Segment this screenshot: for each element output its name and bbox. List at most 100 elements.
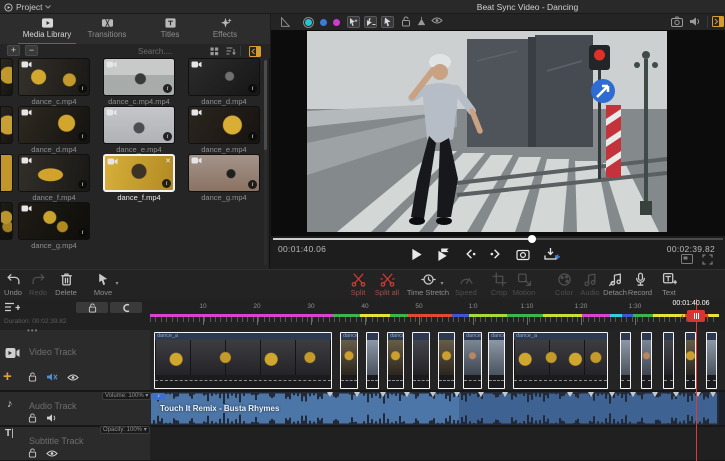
move-button[interactable]: ▾Move bbox=[81, 272, 125, 297]
seek-bar[interactable] bbox=[273, 238, 723, 240]
info-icon[interactable]: i bbox=[78, 180, 87, 189]
media-thumbnail[interactable]: i bbox=[188, 58, 260, 96]
seek-handle[interactable] bbox=[528, 235, 536, 243]
info-icon[interactable]: i bbox=[248, 84, 257, 93]
playhead-handle[interactable] bbox=[687, 310, 705, 322]
volume-badge[interactable]: Volume: 100% ▾ bbox=[102, 392, 151, 400]
video-clip[interactable] bbox=[685, 332, 696, 389]
expand-panel-icon[interactable] bbox=[712, 16, 724, 27]
track-options-dots[interactable]: ••• bbox=[27, 326, 38, 335]
add-track-plus-button[interactable]: + bbox=[3, 368, 12, 385]
beat-pin-marker[interactable] bbox=[673, 392, 679, 397]
media-thumbnail[interactable]: i✕ bbox=[103, 154, 175, 192]
add-track-icon[interactable] bbox=[4, 302, 20, 313]
video-clip[interactable] bbox=[706, 332, 717, 389]
speaker-track-icon[interactable] bbox=[46, 413, 58, 423]
lock-track-icon[interactable] bbox=[28, 372, 37, 382]
lock-all-tracks-button[interactable] bbox=[76, 302, 108, 313]
snapshot-button[interactable] bbox=[516, 248, 530, 261]
media-thumbnail[interactable]: i bbox=[103, 58, 175, 96]
beat-marker-cyan-dot[interactable] bbox=[305, 19, 312, 26]
library-item[interactable]: idance_d.mp4 bbox=[18, 106, 90, 154]
show-track-icon[interactable] bbox=[46, 449, 58, 458]
media-thumbnail[interactable]: i bbox=[188, 154, 260, 192]
beat-pin-marker[interactable] bbox=[380, 392, 386, 397]
info-icon[interactable]: i bbox=[248, 132, 257, 141]
tab-transitions[interactable]: Transitions bbox=[77, 15, 137, 44]
library-item[interactable]: idance_e.mp4 bbox=[188, 106, 260, 154]
info-icon[interactable]: i bbox=[163, 132, 172, 141]
video-clip[interactable]: dance_c bbox=[387, 332, 404, 389]
opacity-badge[interactable]: Opacity: 100% ▾ bbox=[100, 426, 150, 434]
library-item[interactable]: idance_g.mp4 bbox=[188, 154, 260, 202]
next-frame-button[interactable] bbox=[490, 248, 502, 260]
media-thumbnail[interactable]: i bbox=[103, 106, 175, 144]
grid-view-icon[interactable] bbox=[210, 47, 219, 56]
library-item[interactable]: idance_d.mp4 bbox=[188, 58, 260, 106]
beat-pin-marker[interactable] bbox=[354, 392, 360, 397]
search-input[interactable]: Search.... bbox=[138, 47, 172, 56]
lock-icon[interactable] bbox=[401, 16, 411, 27]
video-clip[interactable] bbox=[366, 332, 379, 389]
snap-magnet-button[interactable] bbox=[110, 302, 142, 313]
beat-marker-blue-dot[interactable] bbox=[320, 19, 327, 26]
video-clip[interactable]: dance_e bbox=[340, 332, 358, 389]
library-item[interactable]: i✕dance_f.mp4 bbox=[103, 154, 175, 202]
beat-pin-marker[interactable] bbox=[478, 392, 484, 397]
info-icon[interactable]: i bbox=[78, 84, 87, 93]
beat-pin-marker[interactable] bbox=[588, 392, 594, 397]
beat-ramp-icon[interactable] bbox=[279, 16, 291, 28]
remove-media-button[interactable]: − bbox=[25, 45, 38, 56]
video-clip[interactable]: dance_a bbox=[154, 332, 332, 389]
beat-pin-marker[interactable] bbox=[430, 392, 436, 397]
beat-pin-marker[interactable] bbox=[454, 392, 460, 397]
library-item[interactable]: idance_c.mp4 bbox=[18, 58, 90, 106]
project-menu[interactable]: Project bbox=[4, 1, 51, 13]
video-clip[interactable] bbox=[438, 332, 455, 389]
tab-titles[interactable]: Titles bbox=[140, 15, 200, 44]
video-clip[interactable] bbox=[641, 332, 652, 389]
library-scrollbar[interactable] bbox=[264, 60, 267, 265]
close-icon[interactable]: ✕ bbox=[165, 157, 171, 165]
video-clip[interactable]: dance_a bbox=[513, 332, 608, 389]
video-clip[interactable] bbox=[663, 332, 674, 389]
play-to-end-button[interactable] bbox=[437, 248, 450, 261]
audio-clip[interactable]: ♪ Touch It Remix - Busta Rhymes bbox=[150, 392, 719, 425]
video-clip[interactable] bbox=[412, 332, 430, 389]
import-media-button[interactable]: + bbox=[7, 45, 20, 56]
library-item[interactable]: idance_c.mp4.mp4 bbox=[103, 58, 175, 106]
video-clip[interactable]: dance_a bbox=[488, 332, 505, 389]
collapse-panel-icon[interactable] bbox=[249, 46, 261, 57]
info-icon[interactable]: i bbox=[248, 180, 257, 189]
video-clip[interactable] bbox=[620, 332, 631, 389]
media-thumbnail[interactable]: i bbox=[18, 106, 90, 144]
splitall-button[interactable]: Split all bbox=[365, 272, 409, 297]
playhead-right-arrow[interactable]: › bbox=[706, 311, 709, 321]
marker-flag-icon[interactable] bbox=[416, 16, 427, 27]
beat-pin-marker[interactable] bbox=[567, 392, 573, 397]
playhead-line[interactable] bbox=[696, 299, 697, 461]
aspect-ratio-icon[interactable] bbox=[681, 254, 693, 264]
beat-pin-marker[interactable] bbox=[630, 392, 636, 397]
info-icon[interactable]: i bbox=[163, 84, 172, 93]
cursor-select-tool[interactable] bbox=[381, 16, 394, 28]
speaker-icon[interactable] bbox=[689, 16, 701, 27]
beat-pin-marker[interactable] bbox=[652, 392, 658, 397]
beat-pin-marker[interactable] bbox=[710, 392, 716, 397]
library-item[interactable]: idance_g.mp4 bbox=[18, 202, 90, 250]
sort-icon[interactable] bbox=[226, 47, 236, 56]
cursor-bar-tool[interactable] bbox=[364, 16, 377, 28]
play-button[interactable] bbox=[411, 248, 423, 261]
lock-track-icon[interactable] bbox=[28, 413, 37, 423]
playhead-left-arrow[interactable]: ‹ bbox=[681, 311, 684, 321]
snapshot-camera-icon[interactable] bbox=[671, 16, 683, 27]
fullscreen-icon[interactable] bbox=[702, 254, 713, 265]
media-thumbnail[interactable]: i bbox=[18, 58, 90, 96]
beat-pin-marker[interactable] bbox=[327, 392, 333, 397]
tab-media-library[interactable]: Media Library bbox=[17, 15, 77, 44]
beat-pin-marker[interactable] bbox=[502, 392, 508, 397]
mute-track-icon[interactable] bbox=[46, 372, 58, 382]
previous-frame-button[interactable] bbox=[464, 248, 476, 260]
beat-pin-marker[interactable] bbox=[404, 392, 410, 397]
beat-marker-magenta-dot[interactable] bbox=[333, 19, 340, 26]
